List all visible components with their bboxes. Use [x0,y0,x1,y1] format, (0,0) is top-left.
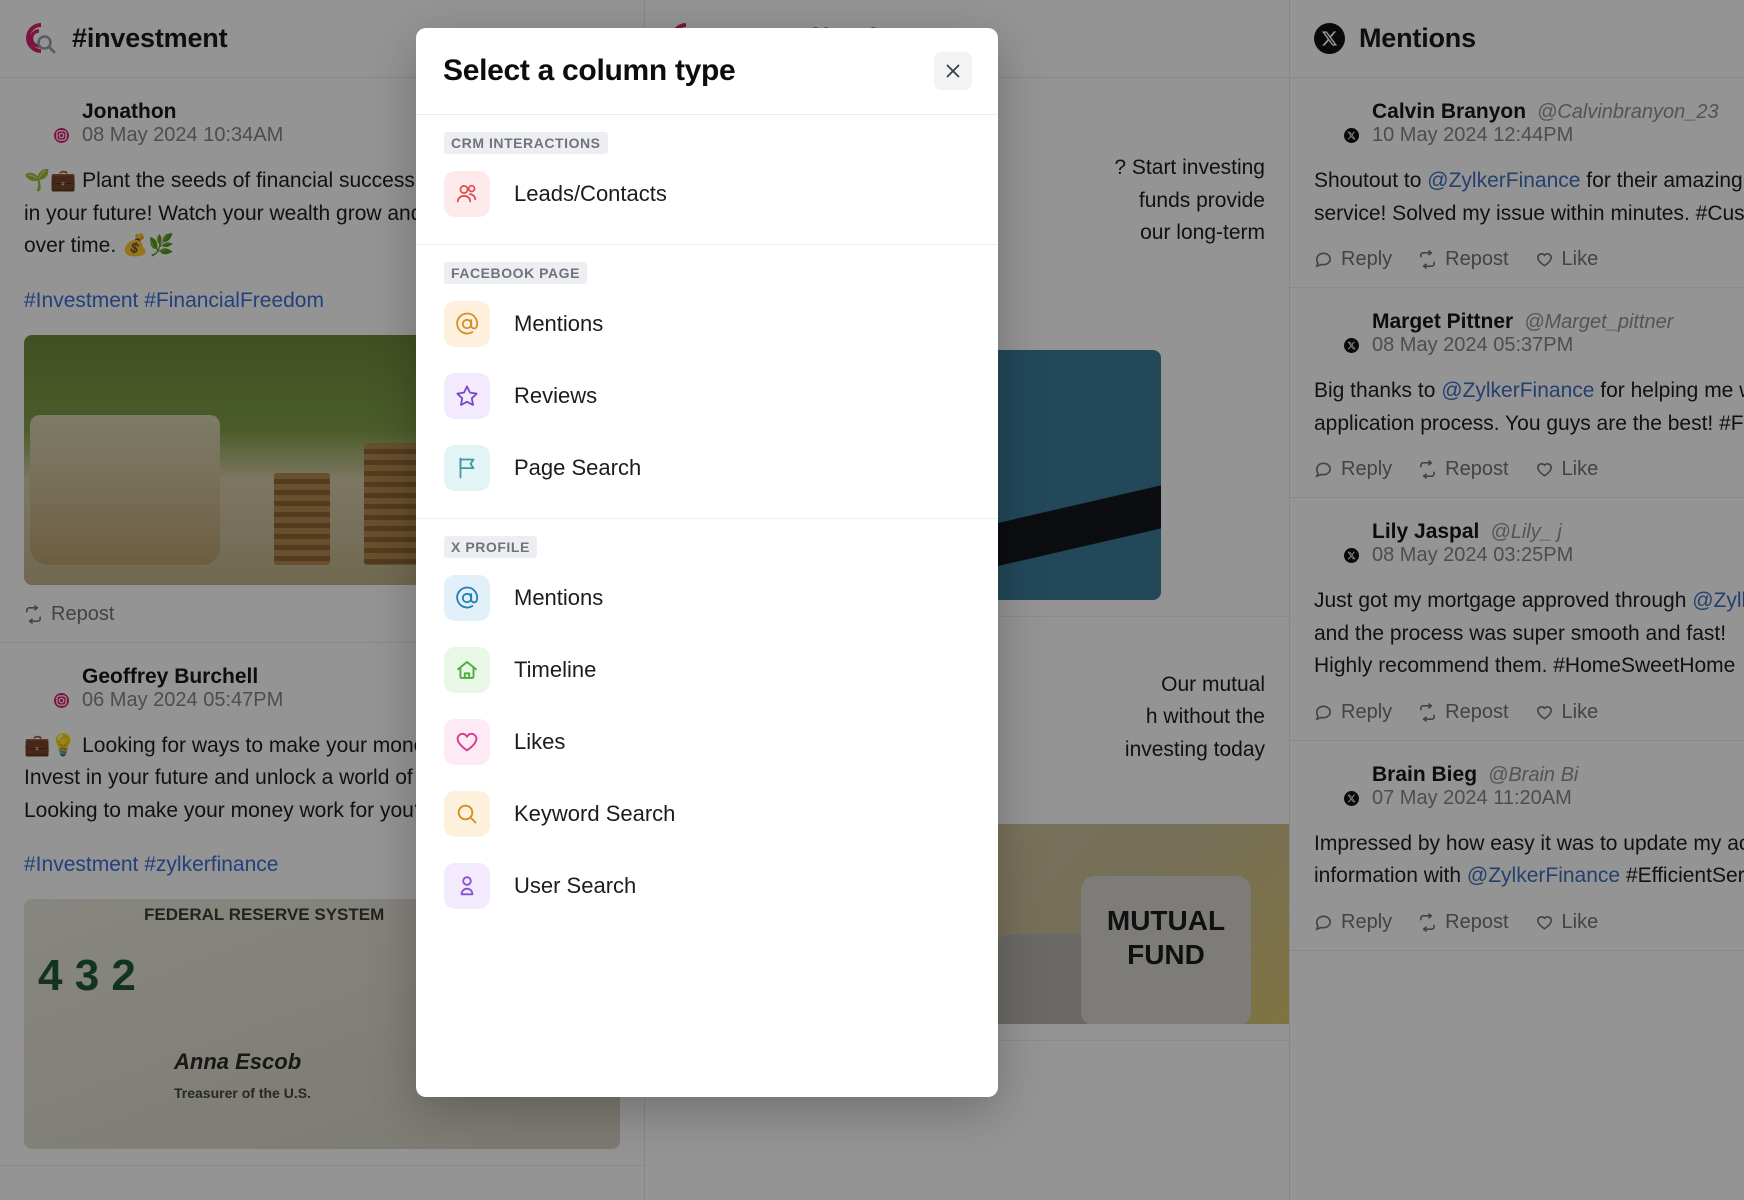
group-label: FACEBOOK PAGE [444,262,588,284]
modal-header: Select a column type [416,28,998,115]
option-leads-contacts[interactable]: Leads/Contacts [416,158,998,230]
option-label: Page Search [514,455,642,480]
option-label: Keyword Search [514,801,676,826]
leads-contacts-icon [444,171,490,217]
option-x-timeline[interactable]: Timeline [416,634,998,706]
option-group-x-profile: X PROFILE Mentions Timeline Likes Keywor… [416,519,998,936]
heart-icon [444,719,490,765]
option-facebook-reviews[interactable]: Reviews [416,360,998,432]
option-x-likes[interactable]: Likes [416,706,998,778]
group-label: X PROFILE [444,536,537,558]
at-sign-icon [444,301,490,347]
column-type-list[interactable]: CRM INTERACTIONS Leads/Contacts FACEBOOK… [416,115,998,1097]
modal-title: Select a column type [443,54,736,87]
star-icon [444,373,490,419]
user-search-icon [444,863,490,909]
option-group-facebook-page: FACEBOOK PAGE Mentions Reviews Page Sear… [416,245,998,519]
option-label: Mentions [514,585,604,610]
option-facebook-mentions[interactable]: Mentions [416,288,998,360]
group-label: CRM INTERACTIONS [444,132,608,154]
option-x-keyword-search[interactable]: Keyword Search [416,778,998,850]
option-group-crm: CRM INTERACTIONS Leads/Contacts [416,115,998,245]
close-icon[interactable] [934,52,972,90]
select-column-type-modal: Select a column type CRM INTERACTIONS Le… [416,28,998,1097]
option-label: Timeline [514,657,597,682]
option-label: Mentions [514,311,604,336]
option-x-user-search[interactable]: User Search [416,850,998,922]
option-label: Leads/Contacts [514,181,667,206]
magnifier-icon [444,791,490,837]
option-label: Reviews [514,383,598,408]
option-label: Likes [514,729,566,754]
option-facebook-page-search[interactable]: Page Search [416,432,998,504]
at-sign-icon [444,575,490,621]
option-label: User Search [514,873,637,898]
home-icon [444,647,490,693]
flag-icon [444,445,490,491]
app-root: #investment Jonathon 08 May 2024 10:34AM… [0,0,1744,1200]
option-x-mentions[interactable]: Mentions [416,562,998,634]
